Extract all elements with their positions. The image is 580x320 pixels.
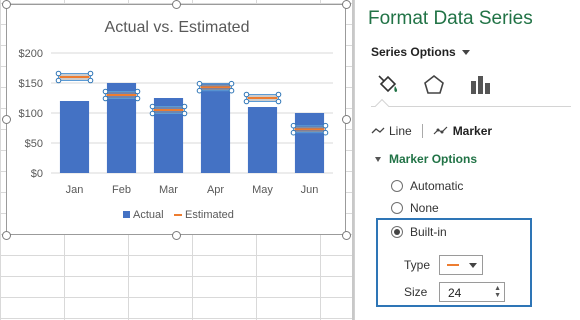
legend-estimated-label: Estimated <box>185 209 234 221</box>
y-tick-label: $150 <box>19 78 43 90</box>
marker-selection-handle <box>228 80 235 87</box>
chevron-down-icon <box>469 263 477 268</box>
subtabs: Line Marker <box>371 124 492 138</box>
y-tick-label: $200 <box>19 48 43 60</box>
marker-selection-handle <box>275 91 282 98</box>
format-tabs <box>367 70 567 104</box>
marker-selection-handle <box>322 129 329 136</box>
y-tick-label: $50 <box>25 138 43 150</box>
marker-selection-handle <box>55 70 62 77</box>
resize-handle-br[interactable] <box>342 231 351 240</box>
marker-selection-handle <box>87 77 94 84</box>
subtab-line[interactable]: Line <box>371 124 412 138</box>
pane-title: Format Data Series <box>368 8 533 29</box>
marker-selection-handle <box>55 77 62 84</box>
radio-none-label: None <box>410 201 439 215</box>
subtab-marker-label: Marker <box>452 124 493 138</box>
radio-none[interactable]: None <box>391 201 439 215</box>
marker-selection-handle <box>181 103 188 110</box>
marker-selection-handle <box>322 122 329 129</box>
spin-arrows-icon[interactable]: ▲ ▼ <box>494 285 501 299</box>
x-tick-label: May <box>252 184 273 196</box>
bar-chart-options-icon[interactable] <box>465 70 495 100</box>
marker-selection-handle <box>275 98 282 105</box>
marker-line-icon <box>433 126 448 135</box>
size-label: Size <box>404 285 428 299</box>
bar-actual[interactable] <box>247 107 278 173</box>
radio-automatic-label: Automatic <box>410 179 464 193</box>
legend-actual-label: Actual <box>133 209 164 221</box>
marker-size-spinner[interactable]: 24 ▲ ▼ <box>439 282 505 302</box>
radio-button[interactable] <box>391 180 403 192</box>
line-icon <box>371 127 385 134</box>
series-options-label: Series Options <box>371 45 456 59</box>
size-value: 24 <box>448 286 462 300</box>
pentagon-effects-icon[interactable] <box>419 70 449 100</box>
marker-selection-handle <box>243 98 250 105</box>
paint-bucket-icon[interactable] <box>373 70 403 100</box>
x-tick-label: Jun <box>301 184 319 196</box>
subtab-separator <box>421 124 423 138</box>
marker-selection-handle <box>149 103 156 110</box>
legend-actual-swatch <box>123 211 130 218</box>
resize-handle-tm[interactable] <box>172 0 181 9</box>
type-label: Type <box>404 258 431 272</box>
subtab-marker[interactable]: Marker <box>433 124 492 138</box>
chevron-down-icon <box>461 49 470 55</box>
x-tick-label: Jan <box>66 184 84 196</box>
resize-handle-mr[interactable] <box>342 115 351 124</box>
bar-actual[interactable] <box>294 113 325 173</box>
marker-selection-handle <box>87 70 94 77</box>
chart-title[interactable]: Actual vs. Estimated <box>105 19 250 36</box>
subtab-line-label: Line <box>389 124 412 138</box>
marker-selection-handle <box>149 110 156 117</box>
dash-marker-icon <box>447 264 459 266</box>
collapse-triangle-icon <box>375 156 381 162</box>
y-tick-label: $100 <box>19 108 43 120</box>
y-tick-label: $0 <box>31 168 43 180</box>
marker-selection-handle <box>102 88 109 95</box>
resize-handle-tl[interactable] <box>2 0 11 9</box>
marker-selection-handle <box>290 122 297 129</box>
resize-handle-bm[interactable] <box>172 231 181 240</box>
tab-underline <box>371 106 571 107</box>
marker-selection-handle <box>228 87 235 94</box>
marker-selection-handle <box>290 129 297 136</box>
x-tick-label: Mar <box>159 184 178 196</box>
legend[interactable]: Actual Estimated <box>123 209 234 221</box>
radio-automatic[interactable]: Automatic <box>391 179 463 193</box>
bar-actual[interactable] <box>200 83 231 173</box>
marker-selection-handle <box>134 88 141 95</box>
resize-handle-ml[interactable] <box>2 115 11 124</box>
marker-type-dropdown[interactable] <box>439 255 483 275</box>
x-tick-label: Apr <box>207 184 224 196</box>
marker-selection-handle <box>243 91 250 98</box>
marker-selection-handle <box>196 87 203 94</box>
series-options-dropdown[interactable]: Series Options <box>371 45 470 59</box>
marker-selection-handle <box>181 110 188 117</box>
resize-handle-tr[interactable] <box>342 0 351 9</box>
x-tick-label: Feb <box>112 184 131 196</box>
chart-area[interactable]: Actual vs. Estimated $0 $50 $100 $150 $200 J… <box>2 0 351 240</box>
resize-handle-bl[interactable] <box>2 231 11 240</box>
bar-actual[interactable] <box>59 101 90 173</box>
marker-selection-handle <box>134 95 141 102</box>
radio-button[interactable] <box>391 202 403 214</box>
marker-selection-handle <box>102 95 109 102</box>
chart-svg: Actual vs. Estimated $0 $50 $100 $150 $200 J… <box>19 19 333 221</box>
marker-options-header[interactable]: Marker Options <box>375 152 477 166</box>
marker-selection-handle <box>196 80 203 87</box>
legend-estimated-swatch <box>174 214 182 216</box>
marker-options-label: Marker Options <box>389 152 478 166</box>
